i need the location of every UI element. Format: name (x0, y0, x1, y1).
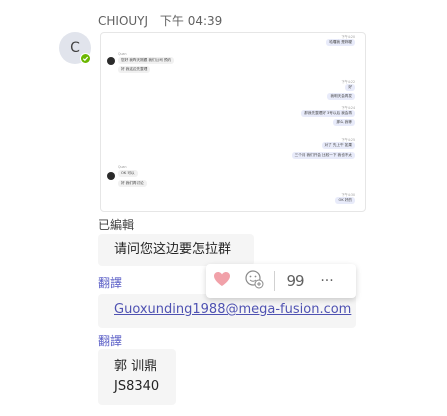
email-message-bubble[interactable]: Guoxunding1988@mega-fusion.com (98, 294, 356, 328)
attached-screenshot-image[interactable]: 下午4:20 哈囉我 是妳喔 Quan 您好 我昨天刚跟 我们公司 预约 好 我… (100, 32, 366, 212)
shot-bubble-right: 我明天会再发 (327, 93, 355, 100)
shot-bubble-right: 三个月 我们开会 比较一下 我也不太 (291, 152, 355, 159)
presence-available-icon (81, 54, 90, 63)
shot-bubble-right: 那我先整理好 3号以后 我会再 (301, 110, 355, 117)
shot-bubble-right: 对了 先上午 如果 (321, 142, 355, 149)
email-link[interactable]: Guoxunding1988@mega-fusion.com (114, 302, 351, 317)
shot-bubble-left: 好 我们再讨论 (118, 180, 147, 187)
shot-bubble-left: 您好 我昨天刚跟 我们公司 预约 (118, 57, 175, 64)
like-reaction-button[interactable] (206, 264, 238, 298)
contact-name: 郭 训鼎 (114, 359, 158, 374)
sender-name: CHIOUYJ (98, 14, 149, 28)
heart-icon (213, 271, 231, 291)
shot-bubble-right: 好 (345, 84, 355, 91)
shot-avatar (107, 57, 115, 65)
add-reaction-icon (244, 269, 264, 293)
message-timestamp: 下午 04:39 (159, 14, 223, 28)
more-icon: ··· (320, 273, 334, 289)
more-options-button[interactable]: ··· (311, 264, 343, 298)
contact-id: JS8340 (114, 379, 160, 394)
shot-bubble-left: OK 可以 (118, 170, 138, 177)
quote-icon: 99 (286, 272, 304, 290)
shot-avatar (107, 172, 115, 180)
contact-message-bubble[interactable]: 郭 训鼎 JS8340 (98, 349, 176, 405)
quote-reply-button[interactable]: 99 (279, 264, 311, 298)
presence-badge (80, 53, 91, 64)
message-text: 请问您这边要怎拉群 (114, 242, 232, 257)
message-header: CHIOUYJ 下午 04:39 (98, 12, 230, 29)
shot-sender: Quan (118, 165, 127, 169)
add-reaction-button[interactable] (238, 264, 270, 298)
edited-label: 已編輯 (98, 218, 135, 232)
shot-bubble-right: 那么 我等 (333, 119, 355, 126)
translate-link[interactable]: 翻譯 (98, 274, 122, 291)
message-bubble[interactable]: 请问您这边要怎拉群 (98, 234, 254, 266)
avatar-initial: C (70, 40, 80, 56)
translate-link[interactable]: 翻譯 (98, 332, 122, 349)
shot-bubble-right: OK 好的 (335, 197, 355, 204)
message-action-toolbar: 99 ··· (206, 264, 356, 298)
shot-sender: Quan (118, 52, 127, 56)
shot-bubble-left: 好 我这边先整理 (118, 66, 151, 73)
toolbar-divider (274, 271, 275, 291)
shot-bubble-right: 哈囉我 是妳喔 (326, 39, 355, 46)
